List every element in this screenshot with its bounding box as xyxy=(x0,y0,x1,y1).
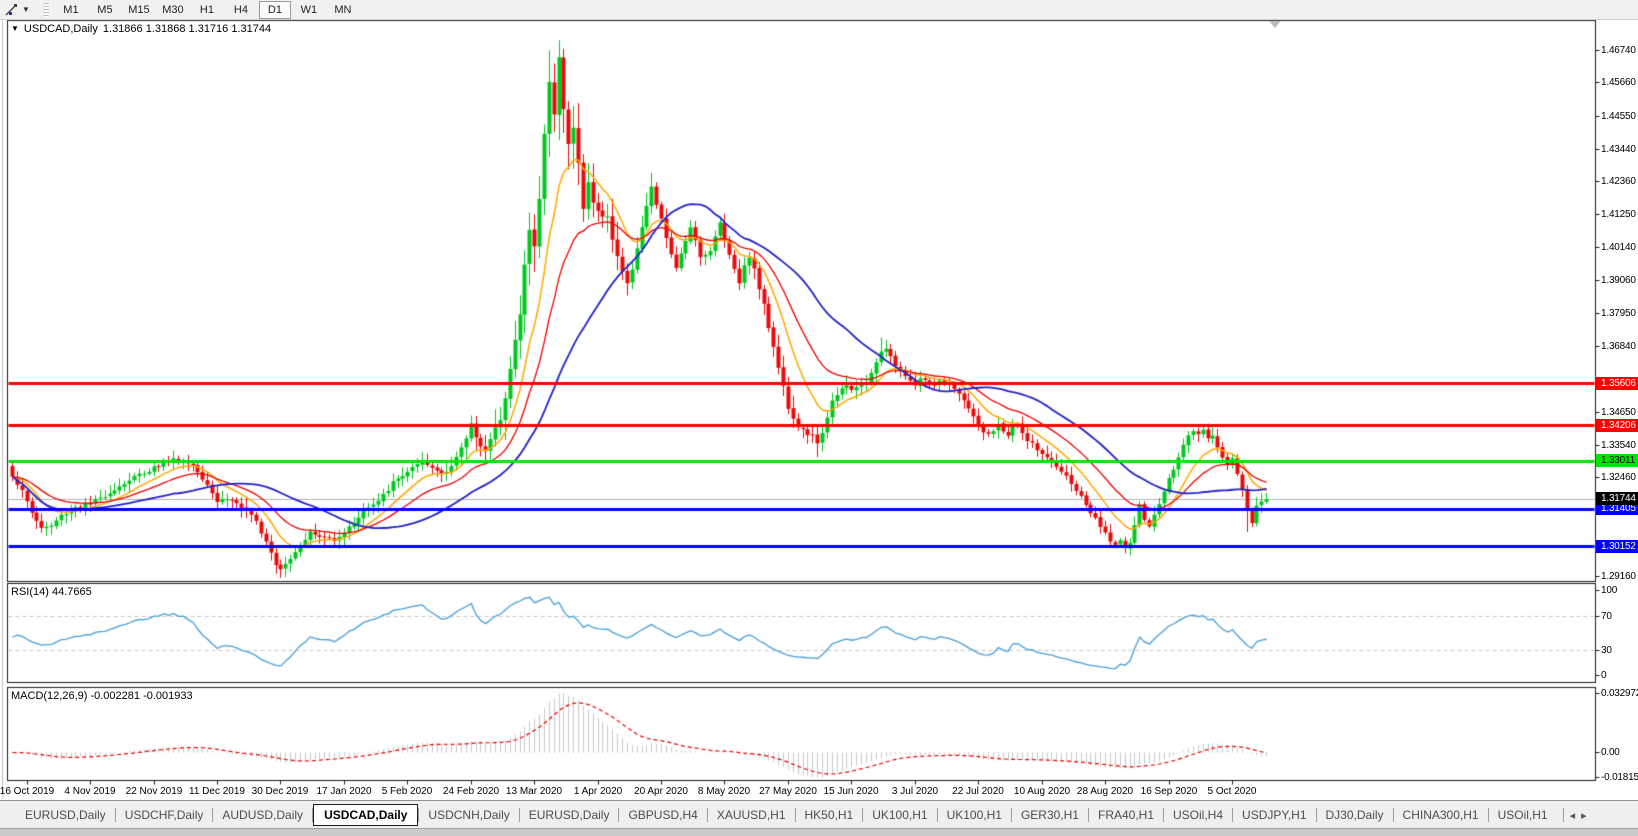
price-line-badge: 1.34206 xyxy=(1596,419,1638,432)
timeframe-button-d1[interactable]: D1 xyxy=(259,1,291,19)
tab-scroll-left-icon[interactable]: ◂ xyxy=(1570,809,1576,822)
macd-axis-label: 0.00 xyxy=(1601,747,1620,758)
timeframe-button-m30[interactable]: M30 xyxy=(157,1,189,19)
crosshair-cursor-icon xyxy=(4,3,20,17)
tab-usoil-h4[interactable]: USOil,H4 xyxy=(1164,804,1232,826)
chart-ohlc-values: 1.31866 1.31868 1.31716 1.31744 xyxy=(103,23,271,35)
date-axis-label: 1 Apr 2020 xyxy=(574,786,622,797)
rsi-indicator-label: RSI(14) 44.7665 xyxy=(11,586,92,598)
pane-splitter-rsi[interactable] xyxy=(0,579,1638,584)
chart-title: ▼ USDCAD,Daily 1.31866 1.31868 1.31716 1… xyxy=(11,23,271,35)
price-axis-label: 1.32460 xyxy=(1601,472,1636,483)
symbol-tabs: EURUSD,DailyUSDCHF,DailyAUDUSD,DailyUSDC… xyxy=(16,804,1557,826)
rsi-axis-label: 0 xyxy=(1601,670,1606,681)
date-axis-label: 4 Nov 2019 xyxy=(64,786,115,797)
pane-splitter-macd[interactable] xyxy=(0,682,1638,687)
toolbar-grip[interactable] xyxy=(43,3,49,17)
tab-usdcnh-daily[interactable]: USDCNH,Daily xyxy=(419,804,518,826)
timeframe-buttons: M1M5M15M30H1H4D1W1MN xyxy=(54,1,360,19)
date-axis-label: 28 Aug 2020 xyxy=(1077,786,1133,797)
chart-symbol-label: USDCAD,Daily xyxy=(24,23,98,35)
symbol-tab-bar: EURUSD,DailyUSDCHF,DailyAUDUSD,DailyUSDC… xyxy=(0,800,1638,829)
date-axis-label: 8 May 2020 xyxy=(698,786,750,797)
application-window: ▼ M1M5M15M30H1H4D1W1MN ▼ USDCAD,Daily 1.… xyxy=(0,0,1638,836)
timeframe-toolbar: ▼ M1M5M15M30H1H4D1W1MN xyxy=(0,0,1638,20)
status-bar xyxy=(0,828,1638,836)
tab-audusd-daily[interactable]: AUDUSD,Daily xyxy=(213,804,312,826)
price-axis-label: 1.40140 xyxy=(1601,242,1636,253)
price-line-badge: 1.33011 xyxy=(1596,454,1638,467)
date-axis-label: 11 Dec 2019 xyxy=(189,786,245,797)
rsi-axis-label: 70 xyxy=(1601,611,1612,622)
date-axis-label: 30 Dec 2019 xyxy=(252,786,309,797)
timeframe-button-h1[interactable]: H1 xyxy=(191,1,223,19)
price-axis-label: 1.39060 xyxy=(1601,275,1636,286)
timeframe-button-m15[interactable]: M15 xyxy=(123,1,155,19)
tab-eurusd-daily[interactable]: EURUSD,Daily xyxy=(520,804,619,826)
symbol-marker-icon: ▼ xyxy=(11,24,19,34)
price-axis-label: 1.43440 xyxy=(1601,144,1636,155)
current-price-badge: 1.31744 xyxy=(1596,492,1638,505)
timeframe-button-m1[interactable]: M1 xyxy=(55,1,87,19)
tab-china300-h1[interactable]: CHINA300,H1 xyxy=(1394,804,1488,826)
date-axis-label: 16 Sep 2020 xyxy=(1141,786,1198,797)
date-axis-label: 5 Oct 2020 xyxy=(1208,786,1257,797)
price-axis-label: 1.41250 xyxy=(1601,209,1636,220)
price-chart-canvas[interactable] xyxy=(0,0,1638,836)
cursor-tool-button[interactable]: ▼ xyxy=(0,3,38,17)
price-axis-label: 1.44550 xyxy=(1601,111,1636,122)
rsi-axis-label: 100 xyxy=(1601,585,1617,596)
price-axis-label: 1.36840 xyxy=(1601,341,1636,352)
tab-usdjpy-h1[interactable]: USDJPY,H1 xyxy=(1233,804,1315,826)
date-axis-label: 17 Jan 2020 xyxy=(316,786,371,797)
date-axis-label: 24 Feb 2020 xyxy=(443,786,499,797)
tab-ger30-h1[interactable]: GER30,H1 xyxy=(1012,804,1088,826)
tab-hk50-h1[interactable]: HK50,H1 xyxy=(796,804,863,826)
date-axis-label: 22 Jul 2020 xyxy=(952,786,1004,797)
tab-uk100-h1[interactable]: UK100,H1 xyxy=(938,804,1011,826)
date-axis-label: 22 Nov 2019 xyxy=(126,786,183,797)
macd-axis-label: -0.018154 xyxy=(1601,772,1638,783)
tab-fra40-h1[interactable]: FRA40,H1 xyxy=(1089,804,1163,826)
tab-gbpusd-h4[interactable]: GBPUSD,H4 xyxy=(619,804,706,826)
date-axis-label: 10 Aug 2020 xyxy=(1014,786,1070,797)
chevron-down-icon[interactable]: ▼ xyxy=(22,5,30,14)
chart-shift-marker-icon xyxy=(1269,21,1281,28)
timeframe-button-m5[interactable]: M5 xyxy=(89,1,121,19)
tab-usoil-h1[interactable]: USOil,H1 xyxy=(1489,804,1557,826)
price-line-badge: 1.35606 xyxy=(1596,377,1638,390)
date-axis-label: 13 Mar 2020 xyxy=(506,786,562,797)
macd-axis-label: 0.032972 xyxy=(1601,688,1638,699)
timeframe-button-h4[interactable]: H4 xyxy=(225,1,257,19)
price-axis-label: 1.46740 xyxy=(1601,45,1636,56)
date-axis-label: 20 Apr 2020 xyxy=(634,786,688,797)
tab-dj30-daily[interactable]: DJ30,Daily xyxy=(1317,804,1393,826)
date-axis-label: 15 Jun 2020 xyxy=(823,786,878,797)
price-axis-label: 1.45660 xyxy=(1601,77,1636,88)
tab-uk100-h1[interactable]: UK100,H1 xyxy=(863,804,936,826)
tab-scroll-right-icon[interactable]: ▸ xyxy=(1581,809,1587,822)
tab-eurusd-daily[interactable]: EURUSD,Daily xyxy=(16,804,115,826)
price-axis-label: 1.33540 xyxy=(1601,440,1636,451)
price-line-badge: 1.30152 xyxy=(1596,540,1638,553)
tab-xauusd-h1[interactable]: XAUUSD,H1 xyxy=(708,804,795,826)
tab-usdcad-daily[interactable]: USDCAD,Daily xyxy=(313,804,418,826)
price-axis-label: 1.37950 xyxy=(1601,308,1636,319)
tab-usdchf-daily[interactable]: USDCHF,Daily xyxy=(116,804,213,826)
date-axis-label: 5 Feb 2020 xyxy=(382,786,433,797)
rsi-axis-label: 30 xyxy=(1601,645,1612,656)
date-axis-label: 27 May 2020 xyxy=(759,786,817,797)
macd-indicator-label: MACD(12,26,9) -0.002281 -0.001933 xyxy=(11,690,193,702)
date-axis-label: 3 Jul 2020 xyxy=(892,786,938,797)
timeframe-button-w1[interactable]: W1 xyxy=(293,1,325,19)
tab-scroll-arrows: ◂ ▸ xyxy=(1563,808,1587,822)
date-axis-label: 16 Oct 2019 xyxy=(0,786,54,797)
price-axis-label: 1.34650 xyxy=(1601,407,1636,418)
timeframe-button-mn[interactable]: MN xyxy=(327,1,359,19)
price-axis-label: 1.42360 xyxy=(1601,176,1636,187)
